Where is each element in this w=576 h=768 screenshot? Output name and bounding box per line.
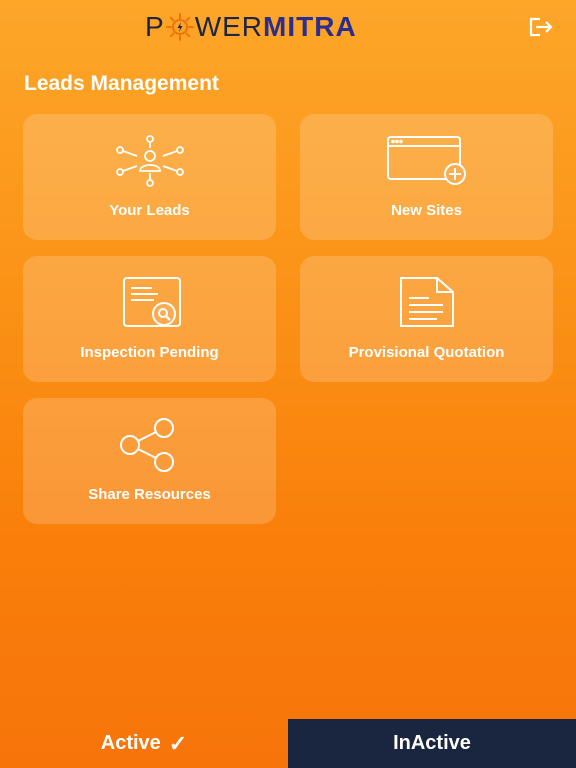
document-icon xyxy=(397,276,457,330)
app-header: P WER MITRA xyxy=(0,0,576,60)
logo-text-mitra: MITRA xyxy=(263,11,357,42)
network-user-icon xyxy=(115,134,185,188)
logo-text-p: P xyxy=(145,11,165,42)
provisional-quotation-label: Provisional Quotation xyxy=(348,344,505,361)
sun-icon xyxy=(165,13,194,41)
provisional-quotation-card[interactable]: Provisional Quotation xyxy=(300,256,553,382)
document-search-icon xyxy=(118,276,182,330)
share-icon xyxy=(118,418,182,472)
tab-inactive[interactable]: InActive xyxy=(288,719,576,768)
checkmark-icon: ✓ xyxy=(168,730,188,756)
browser-add-icon xyxy=(384,134,470,188)
tab-active-label: Active xyxy=(100,732,161,754)
inspection-pending-label: Inspection Pending xyxy=(80,344,219,361)
your-leads-card[interactable]: Your Leads xyxy=(23,114,276,240)
new-sites-card[interactable]: New Sites xyxy=(300,114,553,240)
logout-icon xyxy=(529,17,553,37)
logo-text-wer: WER xyxy=(194,11,264,42)
tab-active[interactable]: Active ✓ xyxy=(0,719,288,768)
share-resources-card[interactable]: Share Resources xyxy=(23,398,276,524)
tab-inactive-label: InActive xyxy=(393,732,471,754)
share-resources-label: Share Resources xyxy=(88,486,211,503)
inspection-pending-card[interactable]: Inspection Pending xyxy=(23,256,276,382)
page-title: Leads Management xyxy=(24,72,219,95)
logout-button[interactable] xyxy=(526,14,556,40)
powermitra-logo: P WER MITRA xyxy=(145,11,357,42)
your-leads-label: Your Leads xyxy=(109,202,190,219)
new-sites-label: New Sites xyxy=(391,202,462,219)
status-tab-bar: Active ✓ InActive xyxy=(0,719,576,768)
